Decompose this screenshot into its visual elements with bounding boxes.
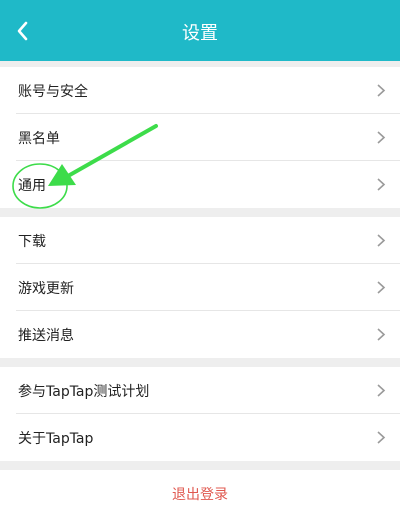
chevron-right-icon — [377, 431, 386, 444]
settings-group-account: 账号与安全 黑名单 通用 — [0, 67, 400, 208]
settings-item-push-messages[interactable]: 推送消息 — [0, 311, 400, 358]
settings-item-label: 下载 — [18, 234, 46, 250]
page-title: 设置 — [182, 23, 218, 44]
chevron-right-icon — [377, 328, 386, 341]
chevron-right-icon — [377, 178, 386, 191]
chevron-right-icon — [377, 131, 386, 144]
settings-item-general[interactable]: 通用 — [0, 161, 400, 208]
settings-item-label: 关于TapTap — [18, 431, 94, 447]
logout-button[interactable]: 退出登录 — [0, 470, 400, 520]
settings-item-game-update[interactable]: 游戏更新 — [0, 264, 400, 311]
chevron-right-icon — [377, 384, 386, 397]
logout-label: 退出登录 — [172, 487, 228, 503]
settings-screen: 设置 账号与安全 黑名单 通用 下载 游戏更新 推送消息 参与TapTap测试计… — [0, 0, 400, 520]
settings-item-about[interactable]: 关于TapTap — [0, 414, 400, 461]
settings-group-download: 下载 游戏更新 推送消息 — [0, 217, 400, 358]
settings-item-label: 推送消息 — [18, 328, 74, 344]
settings-item-label: 黑名单 — [18, 131, 60, 147]
settings-item-label: 通用 — [18, 178, 46, 194]
settings-item-label: 账号与安全 — [18, 84, 88, 100]
settings-item-download[interactable]: 下载 — [0, 217, 400, 264]
settings-item-test-program[interactable]: 参与TapTap测试计划 — [0, 367, 400, 414]
settings-group-taptap: 参与TapTap测试计划 关于TapTap — [0, 367, 400, 461]
settings-item-blacklist[interactable]: 黑名单 — [0, 114, 400, 161]
chevron-right-icon — [377, 281, 386, 294]
settings-item-label: 参与TapTap测试计划 — [18, 384, 150, 400]
chevron-right-icon — [377, 84, 386, 97]
chevron-right-icon — [377, 234, 386, 247]
app-header: 设置 — [0, 0, 400, 61]
settings-item-label: 游戏更新 — [18, 281, 74, 297]
settings-item-account-security[interactable]: 账号与安全 — [0, 67, 400, 114]
